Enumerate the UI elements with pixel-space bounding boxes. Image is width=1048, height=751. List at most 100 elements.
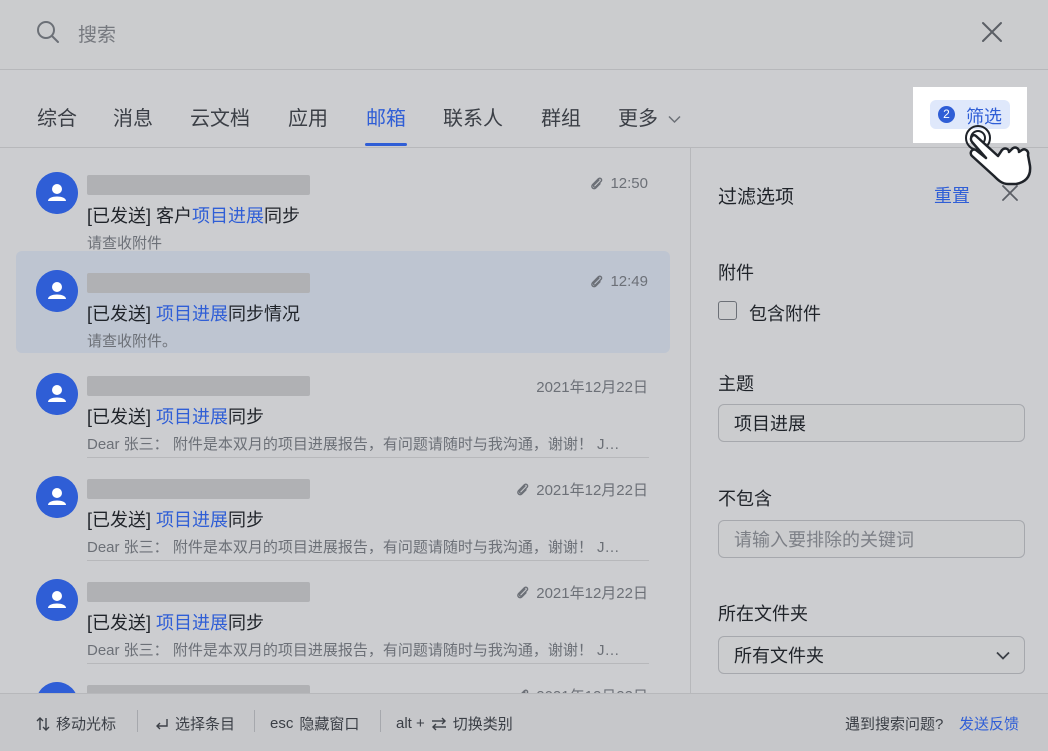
chevron-down-icon <box>668 116 681 124</box>
separator <box>380 710 381 732</box>
list-item[interactable]: 2021年12月22日 [已发送] 项目进展同步 Dear 张三： 附件是本双月… <box>16 560 670 662</box>
mail-subject: [已发送] 项目进展同步情况 <box>87 300 300 326</box>
mail-time-text: 2021年12月22日 <box>536 585 648 602</box>
sender-name-redacted <box>87 376 310 396</box>
list-item[interactable]: 12:50 [已发送] 客户项目进展同步 请查收附件 <box>16 153 670 255</box>
search-bar: 搜索 <box>0 0 1048 70</box>
mail-subject: [已发送] 客户项目进展同步 <box>87 202 300 228</box>
hint-hide-window: esc 隐藏窗口 <box>270 713 359 734</box>
include-attachment-checkbox[interactable] <box>718 301 737 320</box>
sender-name-redacted <box>87 175 310 195</box>
exclude-section-label: 不包含 <box>718 489 772 509</box>
hint-select-item: 选择条目 <box>154 713 235 734</box>
subject-prefix: [已发送] <box>87 510 157 530</box>
sender-name-redacted <box>87 582 310 602</box>
mail-snippet: Dear 张三： 附件是本双月的项目进展报告，有问题请随时与我沟通，谢谢！ J… <box>87 642 620 659</box>
search-icon <box>37 21 59 43</box>
mail-subject: [已发送] 项目进展同步 <box>87 506 264 532</box>
tab-more[interactable]: 更多 <box>618 102 681 131</box>
panel-title: 过滤选项 <box>718 187 795 208</box>
category-tabs: 综合 消息 云文档 应用 邮箱 联系人 群组 更多 <box>0 70 1048 148</box>
close-icon[interactable] <box>980 20 1004 44</box>
mail-time-text: 12:49 <box>610 273 648 290</box>
reset-button[interactable]: 重置 <box>934 182 970 208</box>
include-attachment-label: 包含附件 <box>749 304 821 324</box>
mail-subject: [已发送] 项目进展同步 <box>87 609 264 635</box>
list-item[interactable]: 2021年12月22日 [已发送] 项目进展同步 Dear 张三： 附件是本双月… <box>16 354 670 456</box>
esc-key-label: esc <box>270 715 294 732</box>
list-item[interactable]: 2021年12月22日 <box>16 663 670 693</box>
sender-name-redacted <box>87 685 310 693</box>
attachment-icon <box>517 483 529 496</box>
list-item[interactable]: 2021年12月22日 [已发送] 项目进展同步 Dear 张三： 附件是本双月… <box>16 457 670 559</box>
subject-prefix: [已发送] <box>87 304 157 324</box>
sender-name-redacted <box>87 273 310 293</box>
up-down-arrows-icon <box>36 716 50 731</box>
separator <box>254 710 255 732</box>
alt-key-label: alt + <box>396 715 425 732</box>
tab-mail[interactable]: 邮箱 <box>366 102 406 131</box>
tab-messages[interactable]: 消息 <box>113 102 153 131</box>
tab-key-icon <box>431 717 446 730</box>
avatar <box>36 682 78 693</box>
tab-groups[interactable]: 群组 <box>541 102 581 131</box>
hint-select-item-label: 选择条目 <box>175 716 236 733</box>
mail-time-text: 2021年12月22日 <box>536 482 648 499</box>
mail-time: 12:49 <box>589 273 648 290</box>
tab-more-label: 更多 <box>618 108 658 130</box>
mail-time: 2021年12月22日 <box>515 479 648 500</box>
subject-prefix: [已发送] <box>87 613 157 633</box>
avatar <box>36 579 78 621</box>
mail-time: 2021年12月22日 <box>515 582 648 603</box>
shortcut-bar: 移动光标 选择条目 esc 隐藏窗口 alt + 切换类别 遇到搜索问题? 发送… <box>0 693 1048 751</box>
mail-snippet: 请查收附件 <box>87 235 163 252</box>
subject-highlight: 项目进展 <box>156 510 229 530</box>
sender-name-redacted <box>87 479 310 499</box>
subject-highlight: 项目进展 <box>156 407 229 427</box>
search-input[interactable]: 搜索 <box>78 20 116 47</box>
subject-prefix: [已发送] <box>87 407 157 427</box>
tab-cloud-docs[interactable]: 云文档 <box>190 102 250 131</box>
subject-prefix: [已发送] 客户 <box>87 206 193 226</box>
folder-select-value: 所有文件夹 <box>734 646 824 666</box>
mail-snippet: Dear 张三： 附件是本双月的项目进展报告，有问题请随时与我沟通，谢谢！ J… <box>87 539 620 556</box>
attachment-icon <box>591 177 603 190</box>
mail-results-list: 12:50 [已发送] 客户项目进展同步 请查收附件 12:49 [已发送] 项… <box>0 148 690 693</box>
close-icon[interactable] <box>1001 184 1019 202</box>
avatar <box>36 270 78 312</box>
mail-snippet: Dear 张三： 附件是本双月的项目进展报告，有问题请随时与我沟通，谢谢！ J… <box>87 436 620 453</box>
hint-switch-category-label: 切换类别 <box>452 716 513 733</box>
subject-highlight: 项目进展 <box>192 206 265 226</box>
filter-button[interactable]: 2 筛选 <box>930 100 1010 129</box>
hint-move-cursor: 移动光标 <box>36 713 116 734</box>
folder-select[interactable]: 所有文件夹 <box>718 636 1025 674</box>
attachment-icon <box>517 586 529 599</box>
subject-suffix: 同步 <box>228 510 265 530</box>
active-tab-indicator <box>365 143 407 146</box>
mail-time: 2021年12月22日 <box>515 685 648 693</box>
avatar <box>36 172 78 214</box>
mail-time-text: 12:50 <box>610 175 648 192</box>
tab-overview[interactable]: 综合 <box>37 102 77 131</box>
filter-label: 筛选 <box>966 107 1002 127</box>
subject-suffix: 同步 <box>228 407 265 427</box>
feedback-question: 遇到搜索问题? <box>845 716 944 733</box>
subject-field[interactable]: 项目进展 <box>718 404 1025 442</box>
mail-time-text: 2021年12月22日 <box>536 379 648 396</box>
filter-count-badge: 2 <box>938 106 955 123</box>
chevron-down-icon <box>996 651 1010 660</box>
attachment-section-label: 附件 <box>718 263 754 283</box>
list-item[interactable]: 12:49 [已发送] 项目进展同步情况 请查收附件。 <box>16 251 670 353</box>
separator <box>137 710 138 732</box>
exclude-keywords-input[interactable]: 请输入要排除的关键词 <box>718 520 1025 558</box>
hint-switch-category: alt + 切换类别 <box>396 713 513 734</box>
subject-suffix: 同步情况 <box>228 304 301 324</box>
tab-apps[interactable]: 应用 <box>288 102 328 131</box>
send-feedback-link[interactable]: 发送反馈 <box>959 713 1019 734</box>
mail-time: 12:50 <box>589 175 648 192</box>
subject-highlight: 项目进展 <box>156 304 229 324</box>
subject-highlight: 项目进展 <box>156 613 229 633</box>
tab-contacts[interactable]: 联系人 <box>443 102 503 131</box>
subject-section-label: 主题 <box>718 374 754 394</box>
mail-subject: [已发送] 项目进展同步 <box>87 403 264 429</box>
